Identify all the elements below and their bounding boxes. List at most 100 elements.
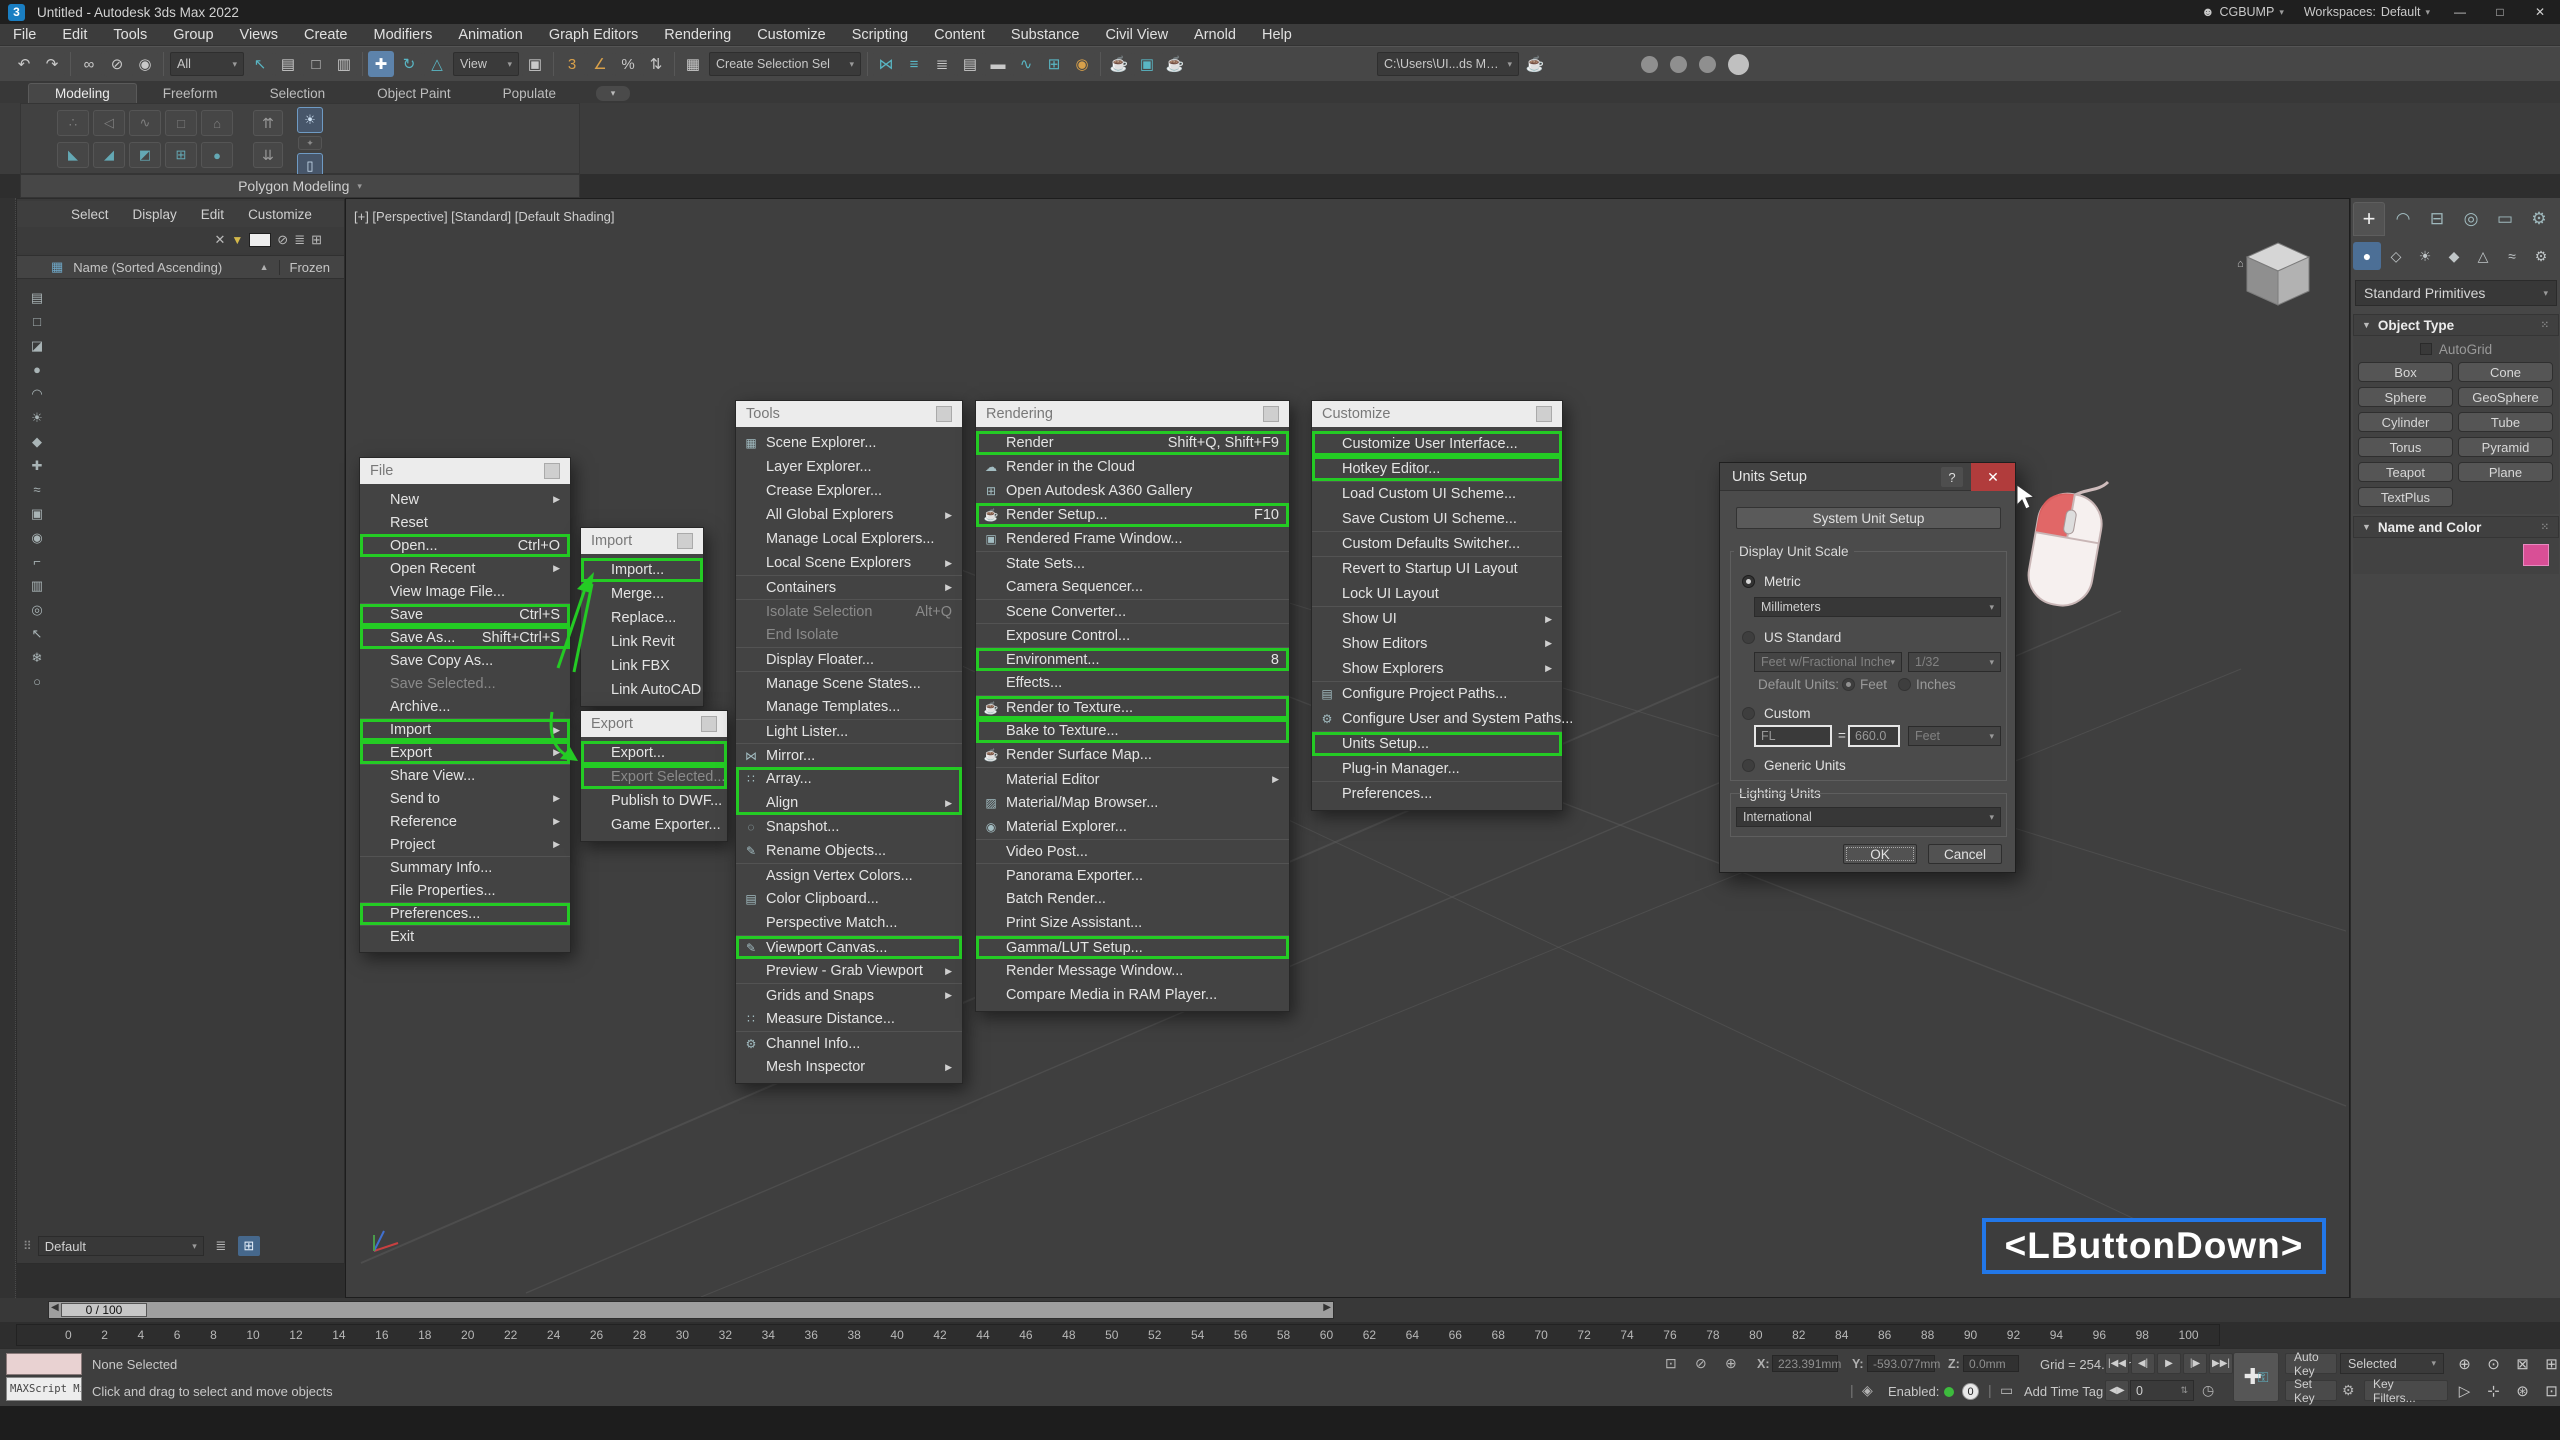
- containers-filter-icon[interactable]: ▥: [25, 575, 49, 596]
- select-and-move-icon[interactable]: ✚: [368, 51, 394, 77]
- menu-modifiers[interactable]: Modifiers: [361, 24, 446, 46]
- primitive-pyramid-button[interactable]: Pyramid: [2458, 437, 2553, 457]
- list-mode-icon[interactable]: ≣: [210, 1236, 232, 1256]
- menu-item-lock-ui-layout[interactable]: Lock UI Layout: [1312, 581, 1562, 606]
- selection-region-icon[interactable]: ⊡: [1665, 1355, 1677, 1372]
- menu-item-summary-info[interactable]: Summary Info...: [360, 856, 570, 879]
- selection-filter-dropdown[interactable]: All▾: [170, 52, 244, 76]
- menu-pin-button[interactable]: [1263, 406, 1279, 422]
- menu-pin-button[interactable]: [544, 463, 560, 479]
- view-cube[interactable]: ⌂: [2235, 237, 2321, 311]
- schematic-view-icon[interactable]: ⊞: [1041, 51, 1067, 77]
- bind-to-space-warp-icon[interactable]: ◉: [132, 51, 158, 77]
- hidden-filter-icon[interactable]: ○: [25, 671, 49, 692]
- ribbon-overflow-button[interactable]: ▾: [596, 86, 630, 101]
- undo-icon[interactable]: ↶: [11, 51, 37, 77]
- menu-item-local-scene-explorers[interactable]: Local Scene Explorers▶: [736, 551, 962, 575]
- unlink-selection-icon[interactable]: ⊘: [104, 51, 130, 77]
- helpers-icon[interactable]: △: [2469, 242, 2497, 270]
- menu-item-preferences[interactable]: Preferences...: [1312, 781, 1562, 806]
- menu-item-light-lister[interactable]: Light Lister...: [736, 719, 962, 743]
- display-none-icon[interactable]: □: [25, 311, 49, 332]
- menu-item-render-setup[interactable]: ☕Render Setup...F10: [976, 503, 1289, 527]
- key-filters-button[interactable]: Key Filters...: [2364, 1380, 2448, 1401]
- menu-pin-button[interactable]: [677, 533, 693, 549]
- menu-item-save-custom-ui-scheme[interactable]: Save Custom UI Scheme...: [1312, 506, 1562, 531]
- render-preset-b-icon[interactable]: [1670, 56, 1687, 73]
- menu-item-save[interactable]: SaveCtrl+S: [360, 603, 570, 626]
- sort-header-label[interactable]: Name (Sorted Ascending): [73, 260, 222, 275]
- menu-item-scene-converter[interactable]: Scene Converter...: [976, 599, 1289, 623]
- workspaces-dropdown[interactable]: Workspaces: Default▾: [2294, 0, 2440, 24]
- menu-item-export[interactable]: Export...: [581, 741, 727, 765]
- primitive-geosphere-button[interactable]: GeoSphere: [2458, 387, 2553, 407]
- primitive-teapot-button[interactable]: Teapot: [2358, 462, 2453, 482]
- window-crossing-icon[interactable]: ▥: [331, 51, 357, 77]
- rendering-menu-header[interactable]: Rendering: [976, 401, 1289, 427]
- previous-key-icon[interactable]: ◀: [51, 1302, 59, 1313]
- menu-item-state-sets[interactable]: State Sets...: [976, 551, 1289, 575]
- menu-item-batch-render[interactable]: Batch Render...: [976, 887, 1289, 911]
- render-preset-c-icon[interactable]: [1699, 56, 1716, 73]
- toggle-layer-explorer-icon[interactable]: ▤: [957, 51, 983, 77]
- next-frame-icon[interactable]: |▶: [2183, 1353, 2207, 1374]
- selected-dropdown[interactable]: Selected▾: [2340, 1353, 2444, 1374]
- filter-funnel-icon[interactable]: ▼: [231, 233, 243, 247]
- spinner-snap-icon[interactable]: ⇅: [643, 51, 669, 77]
- y-coordinate-field[interactable]: -593.077mm: [1867, 1355, 1935, 1372]
- material-editor-icon[interactable]: ◉: [1069, 51, 1095, 77]
- zoom-icon[interactable]: ⊕: [2452, 1353, 2477, 1375]
- ribbon-tab-object-paint[interactable]: Object Paint: [351, 84, 477, 103]
- menu-item-game-exporter[interactable]: Game Exporter...: [581, 813, 727, 837]
- menu-item-manage-scene-states[interactable]: Manage Scene States...: [736, 671, 962, 695]
- curve-editor-icon[interactable]: ∿: [1013, 51, 1039, 77]
- primitive-sphere-button[interactable]: Sphere: [2358, 387, 2453, 407]
- menu-item-rename-objects[interactable]: ✎Rename Objects...: [736, 839, 962, 863]
- rendered-frame-window-icon[interactable]: ▣: [1134, 51, 1160, 77]
- menu-item-measure-distance[interactable]: ∷Measure Distance...: [736, 1007, 962, 1031]
- menu-item-import[interactable]: Import▶: [360, 718, 570, 741]
- explorer-menu-customize[interactable]: Customize: [248, 207, 312, 222]
- select-and-rotate-icon[interactable]: ↻: [396, 51, 422, 77]
- menu-pin-button[interactable]: [701, 716, 717, 732]
- menu-edit[interactable]: Edit: [49, 24, 100, 46]
- selection-lock-icon[interactable]: ⊘: [1695, 1355, 1707, 1372]
- border-tool-icon[interactable]: ∿: [129, 110, 161, 136]
- menu-item-mesh-inspector[interactable]: Mesh Inspector▶: [736, 1055, 962, 1079]
- go-to-start-icon[interactable]: |◀◀: [2105, 1353, 2129, 1374]
- close-button[interactable]: ✕: [2520, 0, 2560, 24]
- menu-item-channel-info[interactable]: ⚙Channel Info...: [736, 1031, 962, 1055]
- menu-item-merge[interactable]: Merge...: [581, 582, 703, 606]
- ribbon-tab-freeform[interactable]: Freeform: [137, 84, 244, 103]
- lights-filter-icon[interactable]: ☀: [25, 407, 49, 428]
- metric-unit-dropdown[interactable]: Millimeters▾: [1754, 597, 2001, 617]
- app-icon[interactable]: 3: [8, 4, 25, 21]
- project-path-dropdown[interactable]: C:\Users\UI...ds Max 202...▾: [1377, 52, 1519, 76]
- menu-item-units-setup[interactable]: Units Setup...: [1312, 731, 1562, 756]
- menu-item-camera-sequencer[interactable]: Camera Sequencer...: [976, 575, 1289, 599]
- toggle-highlight-icon[interactable]: ☀: [297, 107, 323, 133]
- menu-item-render-to-texture[interactable]: ☕Render to Texture...: [976, 695, 1289, 719]
- lighting-units-dropdown[interactable]: International▾: [1736, 807, 2001, 827]
- menu-item-link-fbx[interactable]: Link FBX: [581, 654, 703, 678]
- next-key-icon[interactable]: ▶: [1323, 1302, 1331, 1313]
- snaps-toggle-icon[interactable]: 3: [559, 51, 585, 77]
- lock-icon[interactable]: ⊘: [277, 232, 288, 248]
- toggle-ribbon-icon[interactable]: ▬: [985, 51, 1011, 77]
- menu-item-save-as[interactable]: Save As...Shift+Ctrl+S: [360, 626, 570, 649]
- primitive-box-button[interactable]: Box: [2358, 362, 2453, 382]
- help-button[interactable]: ?: [1941, 467, 1963, 487]
- frozen-filter-icon[interactable]: ❄: [25, 647, 49, 668]
- select-and-link-icon[interactable]: ∞: [76, 51, 102, 77]
- dialog-close-button[interactable]: ✕: [1971, 463, 2015, 491]
- angle-snap-icon[interactable]: ∠: [587, 51, 613, 77]
- time-slider-handle[interactable]: 0 / 100: [61, 1303, 147, 1317]
- menu-item-configure-project-paths[interactable]: ▤Configure Project Paths...: [1312, 681, 1562, 706]
- file-menu-header[interactable]: File: [360, 458, 570, 484]
- menu-item-open-autodesk-a360-gallery[interactable]: ⊞Open Autodesk A360 Gallery: [976, 479, 1289, 503]
- reference-coordinate-dropdown[interactable]: View▾: [453, 52, 519, 76]
- zoom-all-icon[interactable]: ⊙: [2481, 1353, 2506, 1375]
- loop-selection-icon[interactable]: ◩: [129, 142, 161, 168]
- menu-item-grids-and-snaps[interactable]: Grids and Snaps▶: [736, 983, 962, 1007]
- menu-item-gamma-lut-setup[interactable]: Gamma/LUT Setup...: [976, 935, 1289, 959]
